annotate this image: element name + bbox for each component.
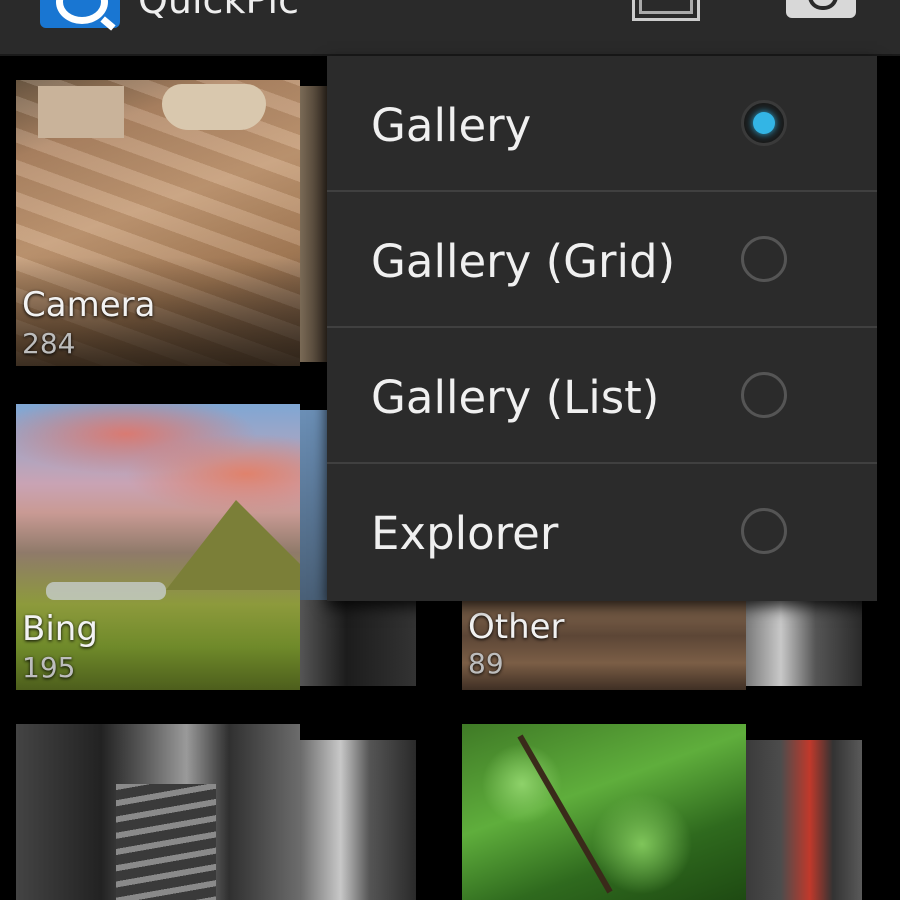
view-mode-menu: Gallery Gallery (Grid) Gallery (List) Ex… <box>327 56 877 601</box>
app-logo-icon[interactable] <box>40 0 120 28</box>
menu-item-gallery-grid[interactable]: Gallery (Grid) <box>327 192 877 328</box>
view-mode-icon[interactable] <box>632 0 700 21</box>
radio-selected-icon[interactable] <box>741 100 787 146</box>
album-name: Other <box>468 607 565 647</box>
album-stack-edge <box>300 740 416 900</box>
album-tile-other[interactable]: Other 89 <box>462 600 746 690</box>
album-stack-edge <box>300 600 416 686</box>
album-name: Bing <box>22 609 98 649</box>
album-tile-camera[interactable]: Camera 284 <box>16 80 300 366</box>
album-count: 195 <box>22 651 76 684</box>
action-bar: QuickPic <box>0 0 900 56</box>
album-tile-bing[interactable]: Bing 195 <box>16 404 300 690</box>
album-tile[interactable] <box>462 724 746 900</box>
app-title: QuickPic <box>138 0 299 22</box>
radio-unselected-icon[interactable] <box>741 372 787 418</box>
menu-item-gallery-list[interactable]: Gallery (List) <box>327 328 877 464</box>
album-stack-edge <box>746 740 862 900</box>
album-tile[interactable] <box>16 724 300 900</box>
menu-item-label: Explorer <box>371 507 559 560</box>
camera-icon[interactable] <box>786 0 856 18</box>
radio-unselected-icon[interactable] <box>741 508 787 554</box>
menu-item-label: Gallery (List) <box>371 371 660 424</box>
menu-item-label: Gallery (Grid) <box>371 235 676 288</box>
album-thumbnail <box>462 724 746 900</box>
menu-item-explorer[interactable]: Explorer <box>327 464 877 600</box>
menu-item-label: Gallery <box>371 99 532 152</box>
album-name: Camera <box>22 285 156 325</box>
album-stack-edge <box>300 86 328 362</box>
menu-item-gallery[interactable]: Gallery <box>327 56 877 192</box>
album-count: 89 <box>468 647 504 680</box>
radio-unselected-icon[interactable] <box>741 236 787 282</box>
album-thumbnail <box>16 724 300 900</box>
album-stack-edge <box>746 600 862 686</box>
album-count: 284 <box>22 327 76 360</box>
